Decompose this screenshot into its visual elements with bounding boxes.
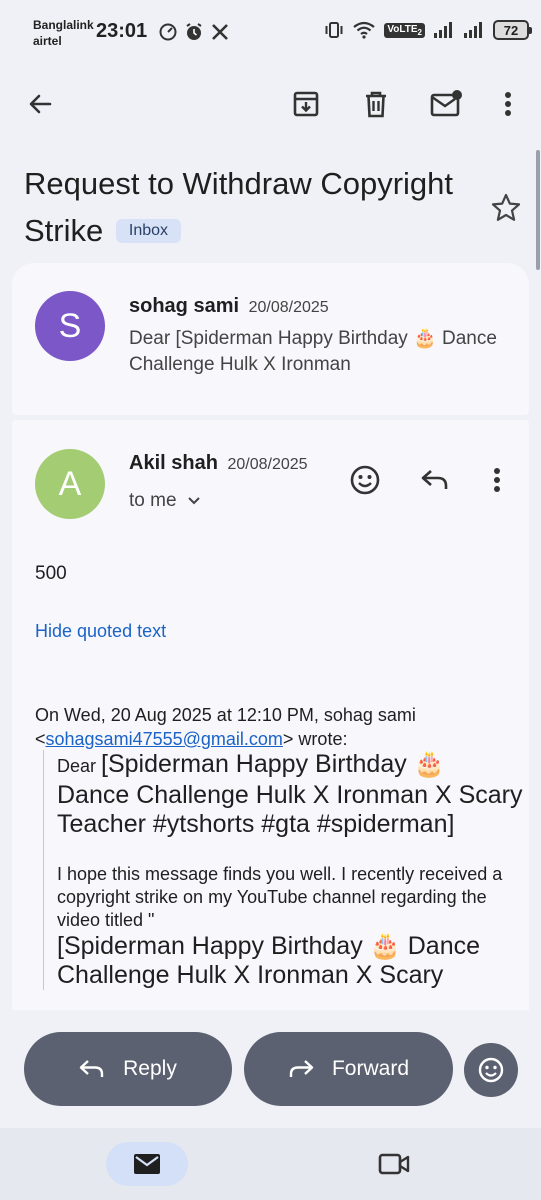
emoji-reaction-button[interactable] bbox=[464, 1043, 518, 1097]
avatar[interactable]: A bbox=[35, 449, 105, 519]
quoted-paragraph-title: [Spiderman Happy Birthday 🎂 Dance Challe… bbox=[57, 932, 480, 989]
scrollbar[interactable] bbox=[536, 150, 540, 270]
carrier-1: Banglalink bbox=[33, 18, 94, 32]
quoted-paragraph-text: I hope this message finds you well. I re… bbox=[57, 864, 503, 930]
delete-icon bbox=[366, 91, 386, 118]
signal-2-icon bbox=[464, 22, 482, 38]
message-card-expanded: A Akil shah 20/08/2025 to me 500 Hide qu… bbox=[12, 420, 529, 1020]
wifi-icon bbox=[353, 21, 376, 39]
forward-button[interactable]: Forward bbox=[244, 1032, 453, 1106]
archive-icon bbox=[293, 91, 319, 117]
more-options-button[interactable] bbox=[486, 82, 530, 126]
subject-title: Request to Withdraw Copyright Strike bbox=[24, 166, 454, 248]
video-camera-icon bbox=[378, 1153, 410, 1175]
inbox-label[interactable]: Inbox bbox=[115, 219, 182, 243]
quoted-paragraph: I hope this message finds you well. I re… bbox=[57, 863, 523, 990]
reply-label: Reply bbox=[123, 1057, 177, 1080]
smiley-icon bbox=[478, 1057, 504, 1083]
notification-icons bbox=[158, 22, 230, 42]
message-more-button[interactable] bbox=[475, 458, 519, 502]
sender-line: sohag sami 20/08/2025 bbox=[129, 295, 329, 318]
avatar[interactable]: S bbox=[35, 291, 105, 361]
vibrate-icon bbox=[325, 22, 343, 38]
quote-intro-suffix: > wrote: bbox=[282, 729, 348, 749]
reply-icon bbox=[79, 1060, 104, 1077]
star-icon bbox=[491, 193, 521, 221]
recipient-details-toggle[interactable]: to me bbox=[129, 490, 201, 512]
clock: 23:01 bbox=[96, 20, 148, 42]
back-button[interactable] bbox=[18, 82, 62, 126]
back-arrow-icon bbox=[29, 94, 52, 114]
message-body: 500 bbox=[35, 563, 67, 584]
carrier-2: airtel bbox=[33, 34, 62, 48]
battery-indicator: 72 bbox=[493, 20, 532, 40]
message-date: 20/08/2025 bbox=[248, 299, 329, 316]
hide-quoted-text-link[interactable]: Hide quoted text bbox=[35, 621, 166, 642]
smiley-icon bbox=[350, 465, 380, 495]
quoted-video-title: [Spiderman Happy Birthday 🎂 Dance Challe… bbox=[57, 750, 523, 838]
nav-mail-tab[interactable] bbox=[106, 1142, 188, 1186]
system-icons: VoLTE2 72 bbox=[324, 20, 532, 40]
quoted-greeting: Dear [Spiderman Happy Birthday 🎂 Dance C… bbox=[57, 750, 523, 839]
reply-icon-button[interactable] bbox=[413, 458, 457, 502]
add-reaction-button[interactable] bbox=[343, 458, 387, 502]
mail-icon bbox=[134, 1154, 160, 1174]
forward-label: Forward bbox=[331, 1057, 410, 1080]
recipient-label: to me bbox=[129, 490, 177, 511]
more-vert-icon bbox=[494, 468, 500, 492]
carrier-names: Banglalink airtel bbox=[33, 17, 94, 49]
signal-1-icon bbox=[434, 22, 452, 38]
delete-button[interactable] bbox=[354, 82, 398, 126]
star-button[interactable] bbox=[486, 190, 526, 226]
x-app-icon bbox=[212, 24, 228, 40]
message-card-collapsed[interactable]: S sohag sami 20/08/2025 Dear [Spiderman … bbox=[12, 263, 529, 415]
bottom-navigation bbox=[0, 1128, 541, 1200]
chevron-down-icon bbox=[187, 497, 200, 505]
archive-button[interactable] bbox=[284, 82, 328, 126]
forward-icon bbox=[289, 1060, 314, 1077]
quoted-dear: Dear bbox=[57, 756, 102, 776]
top-app-bar bbox=[0, 72, 541, 136]
sender-name: sohag sami bbox=[129, 295, 240, 317]
mark-unread-button[interactable] bbox=[424, 82, 468, 126]
sender-email-link[interactable]: sohagsami47555@gmail.com bbox=[46, 729, 283, 749]
mark-unread-icon bbox=[430, 90, 462, 117]
more-vert-icon bbox=[505, 92, 511, 116]
volte-indicator: VoLTE2 bbox=[384, 22, 425, 38]
message-date: 20/08/2025 bbox=[227, 456, 308, 473]
status-bar: Banglalink airtel 23:01 VoLTE2 72 bbox=[0, 0, 541, 66]
email-subject: Request to Withdraw Copyright Strike Inb… bbox=[24, 160, 464, 254]
message-snippet: Dear [Spiderman Happy Birthday 🎂 Dance C… bbox=[129, 328, 497, 375]
alarm-icon bbox=[186, 23, 202, 40]
reply-action-bar: Reply Forward bbox=[0, 1010, 541, 1128]
reply-button[interactable]: Reply bbox=[24, 1032, 232, 1106]
data-saver-icon bbox=[159, 23, 177, 41]
reply-icon bbox=[421, 470, 448, 489]
quote-header: On Wed, 20 Aug 2025 at 12:10 PM, sohag s… bbox=[35, 703, 515, 751]
sender-line: Akil shah 20/08/2025 bbox=[129, 452, 308, 475]
nav-meet-tab[interactable] bbox=[372, 1142, 416, 1186]
quoted-message: Dear [Spiderman Happy Birthday 🎂 Dance C… bbox=[43, 750, 523, 990]
sender-name: Akil shah bbox=[129, 452, 218, 474]
